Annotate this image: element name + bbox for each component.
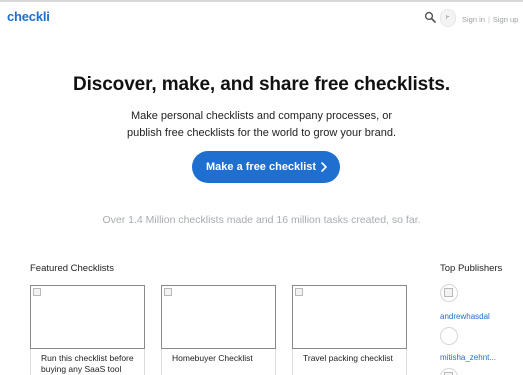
make-free-checklist-button[interactable]: Make a free checklist xyxy=(192,151,340,183)
search-icon[interactable] xyxy=(424,11,436,23)
sign-up-link[interactable]: Sign up xyxy=(493,15,518,24)
hero-subtitle-line-2: publish free checklists for the world to… xyxy=(126,127,397,139)
card-body: Travel packing checklist xyxy=(292,349,407,375)
chevron-right-icon xyxy=(321,162,327,172)
avatar[interactable] xyxy=(440,368,458,375)
logo[interactable]: checkli xyxy=(7,9,50,24)
image-icon xyxy=(295,288,303,296)
search-input[interactable] xyxy=(440,9,456,27)
checklist-card[interactable]: Travel packing checklist xyxy=(292,285,407,375)
avatar[interactable] xyxy=(440,327,458,345)
card-body: Run this checklist before buying any Saa… xyxy=(30,349,145,375)
sign-in-link[interactable]: Sign in xyxy=(462,15,485,24)
header: checkli Sign in|Sign up xyxy=(0,2,523,36)
image-icon xyxy=(33,288,41,296)
avatar[interactable] xyxy=(440,284,458,302)
card-image[interactable] xyxy=(30,285,145,349)
card-title[interactable]: Travel packing checklist xyxy=(303,353,396,364)
hero-subtitle-line-1: Make personal checklists and company pro… xyxy=(130,110,393,122)
card-title[interactable]: Homebuyer Checklist xyxy=(172,353,265,364)
image-icon xyxy=(164,288,172,296)
card-image[interactable] xyxy=(292,285,407,349)
card-title[interactable]: Run this checklist before buying any Saa… xyxy=(41,353,134,375)
stats-text: Over 1.4 Million checklists made and 16 … xyxy=(102,214,421,226)
cta-label: Make a free checklist xyxy=(206,161,317,173)
publisher-name[interactable]: andrewhasdal xyxy=(440,312,490,321)
checklist-card[interactable]: Homebuyer Checklist xyxy=(161,285,276,375)
publisher-name[interactable]: mitisha_zehnt... xyxy=(440,353,496,362)
card-image[interactable] xyxy=(161,285,276,349)
hero-subtitle: Make personal checklists and company pro… xyxy=(0,108,523,142)
auth-separator: | xyxy=(487,15,490,24)
featured-checklists-heading: Featured Checklists xyxy=(30,263,114,274)
top-publishers-heading: Top Publishers xyxy=(440,263,503,274)
hero-title: Discover, make, and share free checklist… xyxy=(72,74,451,95)
checklist-card[interactable]: Run this checklist before buying any Saa… xyxy=(30,285,145,375)
card-body: Homebuyer Checklist xyxy=(161,349,276,375)
auth-links: Sign in | Sign up xyxy=(462,15,518,24)
image-icon xyxy=(444,288,453,297)
